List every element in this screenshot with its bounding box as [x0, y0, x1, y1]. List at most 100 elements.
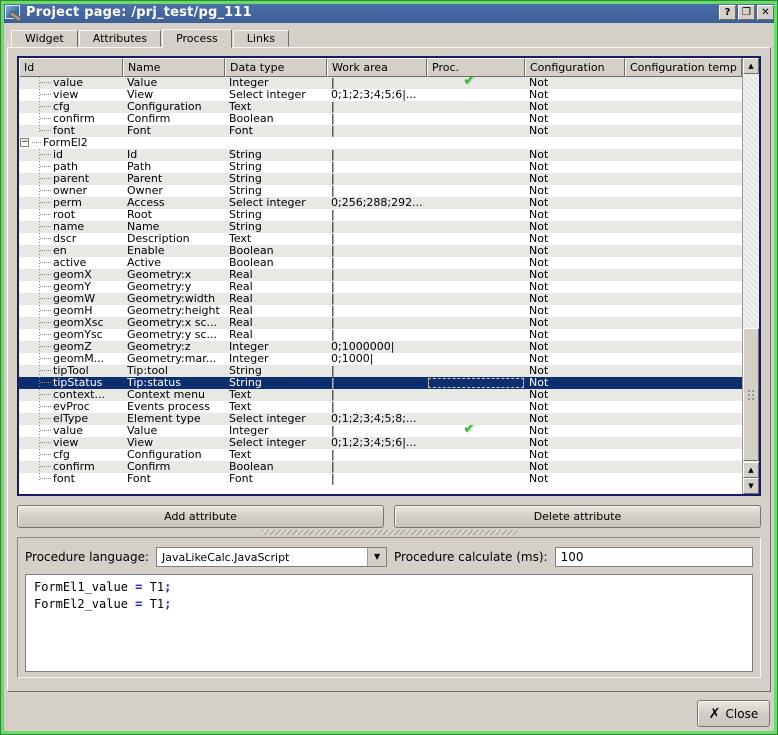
attribute-data-type: Select integer [225, 437, 327, 449]
column-header-configuration[interactable]: Configuration [525, 58, 625, 77]
vertical-scrollbar[interactable]: ▲ ▲ ▼ [742, 58, 759, 494]
table-row-tipStatus[interactable]: tipStatusTip:statusString|Not [19, 377, 742, 389]
add-attribute-button[interactable]: Add attribute [17, 505, 384, 528]
delete-attribute-button[interactable]: Delete attribute [394, 505, 761, 528]
maximize-button[interactable]: ❐ [738, 5, 755, 20]
scroll-down-icon[interactable]: ▼ [743, 478, 759, 494]
scroll-up-icon[interactable]: ▲ [743, 58, 759, 74]
attribute-configuration: Not [525, 401, 625, 413]
close-button[interactable]: ✗ Close [697, 700, 770, 727]
column-header-proc-[interactable]: Proc. [427, 58, 525, 77]
collapse-icon[interactable]: − [20, 138, 29, 147]
table-row-name[interactable]: nameNameString|Not [19, 221, 742, 233]
check-icon: ✔ [463, 77, 476, 85]
splitter-handle[interactable] [17, 528, 761, 537]
table-row-evProc[interactable]: evProcEvents processText|Not [19, 401, 742, 413]
table-row-confirm[interactable]: confirmConfirmBoolean|Not [19, 113, 742, 125]
table-row-context[interactable]: context...Context menuText|Not [19, 389, 742, 401]
attribute-name: Access [123, 197, 225, 209]
table-row-geomW[interactable]: geomWGeometry:widthReal|Not [19, 293, 742, 305]
attribute-data-type: Real [225, 329, 327, 341]
table-row-root[interactable]: rootRootString|Not [19, 209, 742, 221]
procedure-code-editor[interactable]: FormEl1_value = T1;FormEl2_value = T1; [25, 574, 753, 672]
table-row-parent[interactable]: parentParentString|Not [19, 173, 742, 185]
help-button[interactable]: ? [719, 5, 736, 20]
scrollbar-thumb[interactable] [743, 328, 759, 461]
table-row-id[interactable]: idIdString|Not [19, 149, 742, 161]
tree-branch-line [40, 358, 51, 359]
table-row-geomZ[interactable]: geomZGeometry:zInteger0;1000000|Not [19, 341, 742, 353]
attribute-id: confirm [53, 113, 95, 125]
column-header-id[interactable]: Id [19, 58, 123, 77]
table-row-view[interactable]: viewViewSelect integer0;1;2;3;4;5;6|...N… [19, 89, 742, 101]
attribute-name: Font [123, 473, 225, 485]
table-row-font[interactable]: fontFontFont|Not [19, 473, 742, 485]
tree-branch-line [40, 382, 51, 383]
attribute-name: Events process [123, 401, 225, 413]
attribute-name: Configuration [123, 101, 225, 113]
table-row-elType[interactable]: elTypeElement typeSelect integer0;1;2;3;… [19, 413, 742, 425]
title-bar[interactable]: Project page: /prj_test/pg_111 ? ❐ ✕ [1, 1, 777, 23]
attribute-id: view [53, 89, 78, 101]
attribute-configuration-template [625, 317, 742, 329]
close-window-button[interactable]: ✕ [757, 5, 774, 20]
column-header-configuration-temp[interactable]: Configuration temp [625, 58, 742, 77]
table-row-active[interactable]: activeActiveBoolean|Not [19, 257, 742, 269]
table-row-perm[interactable]: permAccessSelect integer0;256;288;292...… [19, 197, 742, 209]
scroll-up-icon[interactable]: ▲ [743, 462, 759, 478]
attribute-name: Tip:tool [123, 365, 225, 377]
attribute-configuration: Not [525, 293, 625, 305]
table-row-confirm[interactable]: confirmConfirmBoolean|Not [19, 461, 742, 473]
procedure-calc-input[interactable] [555, 547, 753, 567]
table-row-geomH[interactable]: geomHGeometry:heightReal|Not [19, 305, 742, 317]
table-row-cfg[interactable]: cfgConfigurationText|Not [19, 449, 742, 461]
attribute-data-type: Real [225, 293, 327, 305]
attribute-configuration-template [625, 209, 742, 221]
column-header-data-type[interactable]: Data type [225, 58, 327, 77]
attribute-configuration: Not [525, 77, 625, 89]
table-row-tipTool[interactable]: tipToolTip:toolString|Not [19, 365, 742, 377]
table-row-en[interactable]: enEnableBoolean|Not [19, 245, 742, 257]
table-row-font[interactable]: fontFontFont|Not [19, 125, 742, 137]
table-row-value[interactable]: valueValueInteger|✔Not [19, 77, 742, 89]
attribute-data-type: Real [225, 317, 327, 329]
tab-links[interactable]: Links [233, 30, 289, 47]
column-header-work-area[interactable]: Work area [327, 58, 427, 77]
column-header-name[interactable]: Name [123, 58, 225, 77]
attribute-configuration: Not [525, 413, 625, 425]
attribute-proc [427, 389, 525, 401]
table-row-geomYsc[interactable]: geomYscGeometry:y sc...Real|Not [19, 329, 742, 341]
attribute-id: value [53, 425, 83, 437]
attribute-data-type: Select integer [225, 413, 327, 425]
table-row-geomX[interactable]: geomXGeometry:xReal|Not [19, 269, 742, 281]
attribute-data-type: Boolean [225, 461, 327, 473]
table-row-view[interactable]: viewViewSelect integer0;1;2;3;4;5;6|...N… [19, 437, 742, 449]
tree-branch-line [40, 298, 51, 299]
table-row-geomXsc[interactable]: geomXscGeometry:x sc...Real|Not [19, 317, 742, 329]
table-row-geomY[interactable]: geomYGeometry:yReal|Not [19, 281, 742, 293]
table-row-dscr[interactable]: dscrDescriptionText|Not [19, 233, 742, 245]
tree-leaf-item: view [19, 437, 123, 449]
table-row-geomM[interactable]: geomM...Geometry:mar...Integer0;1000|Not [19, 353, 742, 365]
table-row-owner[interactable]: ownerOwnerString|Not [19, 185, 742, 197]
table-row-value[interactable]: valueValueInteger|✔Not [19, 425, 742, 437]
tree-branch-line [40, 430, 51, 431]
table-row-FormEl2[interactable]: −FormEl2 [19, 137, 742, 149]
attribute-id: font [53, 125, 75, 137]
chevron-down-icon[interactable]: ▼ [367, 548, 386, 566]
tab-process[interactable]: Process [162, 29, 232, 48]
tree-leaf-item: evProc [19, 401, 123, 413]
table-row-path[interactable]: pathPathString|Not [19, 161, 742, 173]
attribute-configuration: Not [525, 317, 625, 329]
window-title: Project page: /prj_test/pg_111 [26, 5, 719, 20]
attribute-name: Enable [123, 245, 225, 257]
page-icon [5, 5, 20, 19]
tree-branch-line [40, 178, 51, 179]
tree-leaf-item: value [19, 77, 123, 89]
attribute-proc [427, 149, 525, 161]
splitter-grip[interactable] [262, 530, 517, 535]
tab-widget[interactable]: Widget [11, 30, 78, 47]
table-row-cfg[interactable]: cfgConfigurationText|Not [19, 101, 742, 113]
tab-attributes[interactable]: Attributes [79, 30, 161, 47]
procedure-language-select[interactable]: JavaLikeCalc.JavaScript ▼ [156, 547, 387, 567]
